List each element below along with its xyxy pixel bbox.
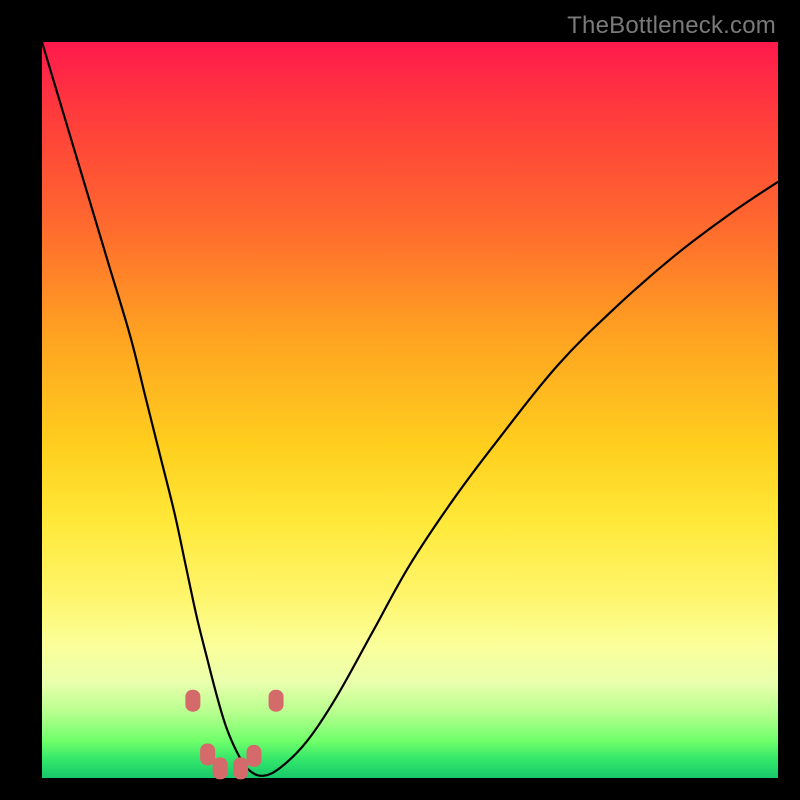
chart-frame: TheBottleneck.com	[0, 0, 800, 800]
curve-marker	[246, 745, 261, 767]
marker-group	[185, 690, 283, 780]
curve-marker	[213, 757, 228, 779]
chart-svg	[42, 42, 778, 778]
curve-marker	[200, 743, 215, 765]
curve-marker	[233, 757, 248, 779]
curve-marker	[185, 690, 200, 712]
bottleneck-curve	[42, 42, 778, 776]
watermark-text: TheBottleneck.com	[567, 12, 776, 40]
curve-marker	[269, 690, 284, 712]
